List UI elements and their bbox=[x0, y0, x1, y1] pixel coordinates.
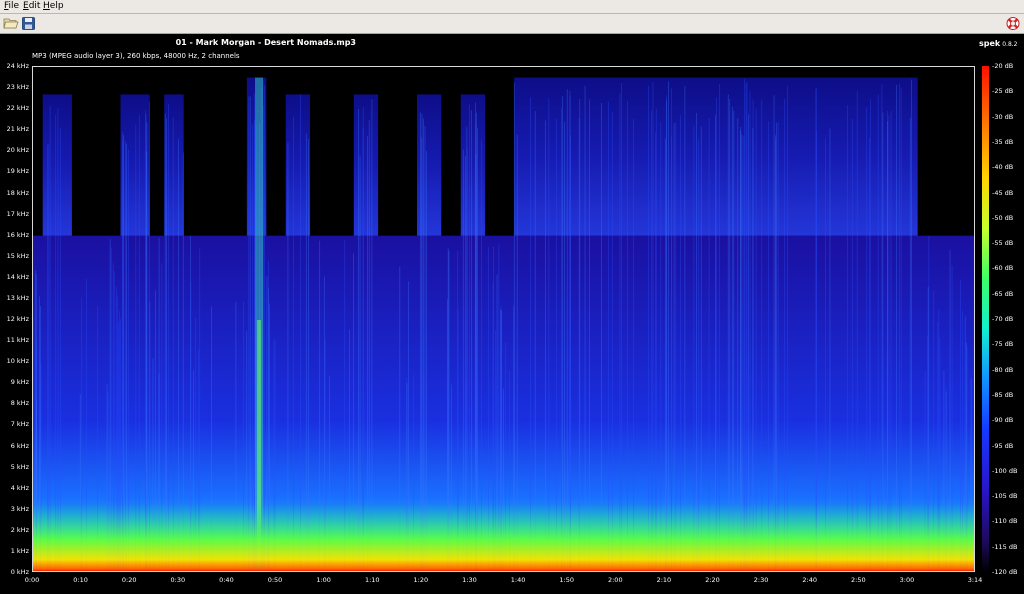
frequency-tick-label: 20 kHz bbox=[6, 146, 29, 155]
spectrogram-image bbox=[33, 77, 974, 571]
time-tick-label: 2:20 bbox=[705, 576, 720, 584]
menu-edit[interactable]: Edit bbox=[23, 1, 40, 12]
db-tick-label: -90 dB bbox=[992, 416, 1014, 425]
toolbar bbox=[0, 14, 1024, 34]
time-tick-label: 1:30 bbox=[462, 576, 477, 584]
frequency-tick-label: 8 kHz bbox=[10, 399, 29, 408]
time-tick-label: 1:20 bbox=[413, 576, 429, 584]
frequency-tick-label: 12 kHz bbox=[6, 315, 29, 323]
frequency-tick-label: 24 kHz bbox=[6, 62, 29, 70]
frequency-tick-label: 2 kHz bbox=[10, 525, 29, 534]
frequency-tick-label: 5 kHz bbox=[10, 462, 29, 471]
db-tick-label: -20 dB bbox=[992, 62, 1014, 70]
app-name: spek 0.8.2 bbox=[979, 39, 1018, 48]
spectrogram-plot[interactable] bbox=[32, 66, 975, 572]
db-tick-label: -110 dB bbox=[992, 517, 1018, 526]
low-frequency-energy bbox=[33, 505, 974, 571]
db-tick-label: -30 dB bbox=[992, 112, 1014, 121]
time-tick-label: 2:00 bbox=[607, 576, 623, 584]
time-tick-label: 2:50 bbox=[851, 576, 866, 584]
frequency-tick-label: 14 kHz bbox=[6, 272, 29, 281]
db-tick-label: -50 dB bbox=[992, 213, 1014, 222]
db-tick-label: -80 dB bbox=[992, 365, 1014, 374]
db-colorbar bbox=[982, 66, 989, 572]
file-title: 01 - Mark Morgan - Desert Nomads.mp3 bbox=[175, 38, 356, 47]
time-tick-label: 1:00 bbox=[316, 576, 331, 584]
frequency-tick-label: 0 kHz bbox=[10, 568, 29, 576]
db-tick-label: -40 dB bbox=[992, 163, 1014, 172]
time-tick-label: 0:20 bbox=[121, 576, 137, 584]
db-tick-label: -55 dB bbox=[992, 239, 1014, 248]
bass-floor-band bbox=[33, 569, 974, 571]
time-tick-label: 0:40 bbox=[219, 576, 234, 584]
frequency-tick-label: 18 kHz bbox=[6, 188, 29, 197]
db-tick-label: -115 dB bbox=[992, 542, 1018, 551]
lifebuoy-icon[interactable] bbox=[1005, 16, 1021, 31]
app-name-label: spek bbox=[979, 39, 1001, 48]
menu-bar: File Edit Help bbox=[0, 0, 1024, 14]
frequency-tick-label: 9 kHz bbox=[10, 378, 29, 387]
time-tick-label: 0:00 bbox=[24, 576, 40, 584]
frequency-tick-label: 19 kHz bbox=[6, 167, 29, 176]
db-tick-label: -65 dB bbox=[992, 289, 1014, 298]
db-tick-label: -95 dB bbox=[992, 441, 1014, 450]
time-tick-label: 3:14 bbox=[967, 576, 983, 584]
time-tick-label: 2:30 bbox=[753, 576, 769, 584]
frequency-tick-label: 3 kHz bbox=[10, 504, 29, 513]
frequency-tick-label: 4 kHz bbox=[10, 483, 29, 492]
frequency-tick-label: 16 kHz bbox=[6, 230, 29, 239]
frequency-tick-label: 7 kHz bbox=[10, 420, 29, 429]
db-tick-label: -45 dB bbox=[992, 188, 1014, 197]
menu-file[interactable]: File bbox=[4, 1, 19, 12]
time-tick-label: 0:10 bbox=[73, 576, 88, 584]
folder-open-icon[interactable] bbox=[3, 16, 19, 31]
time-tick-label: 2:40 bbox=[802, 576, 818, 584]
app-version: 0.8.2 bbox=[1002, 41, 1018, 48]
db-tick-label: -70 dB bbox=[992, 315, 1014, 323]
high-frequency-burst bbox=[353, 94, 379, 236]
time-tick-label: 1:10 bbox=[364, 576, 380, 584]
db-tick-label: -25 dB bbox=[992, 87, 1014, 96]
time-tick-label: 0:30 bbox=[170, 576, 186, 584]
file-info: MP3 (MPEG audio layer 3), 260 kbps, 4800… bbox=[32, 52, 240, 60]
db-tick-label: -100 dB bbox=[992, 466, 1018, 475]
db-tick-label: -85 dB bbox=[992, 390, 1014, 399]
frequency-tick-label: 23 kHz bbox=[6, 83, 29, 92]
time-tick-label: 3:00 bbox=[899, 576, 915, 584]
db-tick-label: -75 dB bbox=[992, 340, 1014, 349]
frequency-tick-label: 17 kHz bbox=[6, 209, 29, 218]
db-tick-label: -120 dB bbox=[992, 568, 1018, 576]
time-tick-label: 0:50 bbox=[267, 576, 283, 584]
menu-help[interactable]: Help bbox=[43, 1, 64, 12]
high-frequency-burst bbox=[164, 94, 184, 236]
frequency-tick-label: 11 kHz bbox=[6, 336, 29, 345]
time-tick-label: 1:40 bbox=[510, 576, 526, 584]
frequency-tick-label: 21 kHz bbox=[6, 125, 29, 134]
spectrogram-view: 01 - Mark Morgan - Desert Nomads.mp3 MP3… bbox=[0, 34, 1024, 594]
db-tick-label: -35 dB bbox=[992, 137, 1014, 146]
frequency-tick-label: 6 kHz bbox=[10, 441, 29, 450]
time-tick-label: 2:10 bbox=[656, 576, 672, 584]
save-icon[interactable] bbox=[21, 16, 37, 31]
frequency-tick-label: 22 kHz bbox=[6, 104, 29, 113]
frequency-tick-label: 13 kHz bbox=[6, 293, 29, 302]
time-tick-label: 1:50 bbox=[559, 576, 574, 584]
frequency-tick-label: 15 kHz bbox=[6, 251, 29, 260]
frequency-tick-label: 1 kHz bbox=[10, 546, 29, 555]
frequency-tick-label: 10 kHz bbox=[6, 357, 29, 366]
db-tick-label: -105 dB bbox=[992, 492, 1018, 501]
db-tick-label: -60 dB bbox=[992, 264, 1014, 273]
